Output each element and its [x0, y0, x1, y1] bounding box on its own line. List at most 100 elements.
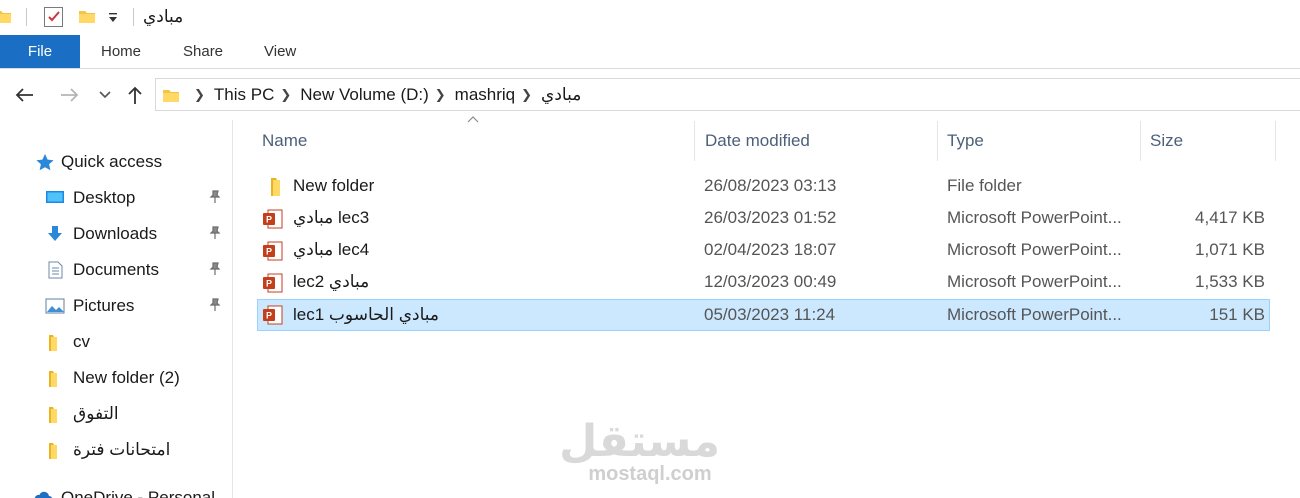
pin-icon[interactable]: [208, 190, 224, 206]
column-header-type[interactable]: Type: [947, 121, 984, 161]
tab-share[interactable]: Share: [183, 35, 223, 68]
folder-icon: [49, 371, 57, 387]
customize-toolbar-dropdown-icon[interactable]: [107, 8, 119, 26]
pictures-icon: [45, 298, 65, 314]
navigation-bar: ❯ This PC ❯ New Volume (D:) ❯ mashriq ❯ …: [0, 76, 1300, 114]
tab-file[interactable]: File: [0, 35, 80, 68]
pin-icon[interactable]: [208, 226, 224, 242]
file-row-lec2[interactable]: P مبادي lec2 12/03/2023 00:49 Microsoft …: [257, 267, 1270, 299]
sidebar-item-label: Pictures: [73, 296, 135, 315]
file-date-modified: 12/03/2023 00:49: [704, 272, 837, 291]
forward-button[interactable]: [58, 83, 82, 107]
column-header-date-modified[interactable]: Date modified: [705, 121, 810, 161]
file-size: 4,417 KB: [1195, 208, 1265, 227]
powerpoint-icon: P: [263, 273, 283, 293]
file-name: lec4 مبادي: [293, 240, 370, 259]
up-button[interactable]: [123, 83, 147, 107]
back-button[interactable]: [12, 83, 36, 107]
tab-view[interactable]: View: [264, 35, 296, 68]
file-date-modified: 26/03/2023 01:52: [704, 208, 837, 227]
title-bar: مبادي: [0, 0, 1300, 35]
breadcrumb-chevron-icon[interactable]: ❯: [435, 87, 446, 103]
breadcrumb-chevron-icon[interactable]: ❯: [194, 87, 205, 103]
sidebar-item-pictures[interactable]: Pictures: [0, 290, 232, 322]
powerpoint-icon: P: [263, 305, 283, 325]
properties-icon[interactable]: [44, 7, 63, 27]
sidebar-item-label: Quick access: [61, 152, 163, 171]
file-type: File folder: [947, 176, 1022, 195]
sidebar-item-label: Desktop: [73, 188, 136, 207]
file-name: مبادي lec2: [293, 272, 370, 291]
breadcrumb-new-volume[interactable]: New Volume (D:): [300, 85, 428, 105]
breadcrumb-chevron-icon[interactable]: ❯: [521, 87, 532, 103]
sidebar-item-label: cv: [73, 332, 90, 351]
file-size: 1,071 KB: [1195, 240, 1265, 259]
mostaql-watermark: مستقل mostaql.com: [559, 417, 720, 490]
sidebar-item-altafawoq[interactable]: التفوق: [0, 398, 232, 430]
file-row-lec4[interactable]: P lec4 مبادي 02/04/2023 18:07 Microsoft …: [257, 235, 1270, 267]
file-name: New folder: [293, 176, 375, 195]
sidebar-item-documents[interactable]: Documents: [0, 254, 232, 286]
desktop-icon: [46, 191, 64, 203]
watermark-latin: mostaql.com: [588, 463, 712, 485]
folder-icon[interactable]: [0, 8, 12, 24]
folder-icon: [163, 89, 179, 102]
sidebar-item-downloads[interactable]: Downloads: [0, 218, 232, 250]
file-row-new-folder[interactable]: New folder 26/08/2023 03:13 File folder: [257, 171, 1270, 203]
sidebar-item-label: Downloads: [73, 224, 158, 243]
file-date-modified: 05/03/2023 11:24: [704, 305, 836, 324]
pin-icon[interactable]: [208, 298, 224, 314]
column-divider[interactable]: [694, 121, 695, 161]
file-size: 1,533 KB: [1195, 272, 1265, 291]
sidebar-item-quick-access[interactable]: Quick access: [0, 146, 232, 178]
folder-icon: [49, 443, 57, 459]
document-icon: [48, 261, 63, 279]
new-folder-icon[interactable]: [78, 8, 96, 24]
sidebar-item-exams[interactable]: امتحانات فترة: [0, 434, 232, 466]
sort-ascending-chevron-up-icon: [467, 115, 479, 126]
breadcrumb-chevron-icon[interactable]: ❯: [280, 87, 291, 103]
window-title: مبادي: [143, 7, 184, 26]
cloud-icon: [34, 491, 53, 498]
file-name: مبادي الحاسوب lec1: [293, 305, 440, 324]
folder-icon: [49, 407, 57, 423]
address-bar[interactable]: ❯ This PC ❯ New Volume (D:) ❯ mashriq ❯ …: [155, 78, 1300, 111]
sidebar-item-cv[interactable]: cv: [0, 326, 232, 358]
column-header-name[interactable]: Name: [262, 121, 307, 161]
svg-text:P: P: [266, 215, 272, 225]
file-date-modified: 02/04/2023 18:07: [704, 240, 837, 259]
tab-home[interactable]: Home: [101, 35, 141, 68]
svg-text:P: P: [266, 311, 272, 321]
toolbar-separator: [26, 8, 27, 26]
column-header-size[interactable]: Size: [1150, 121, 1183, 161]
recent-locations-chevron-down-icon[interactable]: [93, 83, 117, 107]
folder-icon: [271, 178, 280, 196]
file-name: lec3 مبادي: [293, 208, 370, 227]
sidebar-item-new-folder-2[interactable]: New folder (2): [0, 362, 232, 394]
column-divider[interactable]: [937, 121, 938, 161]
breadcrumb-this-pc[interactable]: This PC: [214, 85, 274, 105]
sidebar-item-label: امتحانات فترة: [73, 440, 171, 459]
file-size: 151 KB: [1209, 305, 1265, 324]
svg-text:P: P: [266, 247, 272, 257]
download-arrow-icon: [48, 226, 62, 241]
sidebar-item-label: التفوق: [73, 404, 119, 423]
watermark-arabic: مستقل: [559, 417, 720, 466]
column-divider[interactable]: [1140, 121, 1141, 161]
navigation-pane: Quick access Desktop Downloads Documents…: [0, 120, 233, 498]
breadcrumb-mashriq[interactable]: mashriq: [455, 85, 515, 105]
sidebar-item-desktop[interactable]: Desktop: [0, 182, 232, 214]
toolbar-separator: [133, 8, 134, 26]
powerpoint-icon: P: [263, 209, 283, 229]
svg-text:P: P: [266, 279, 272, 289]
file-row-lec1-selected[interactable]: P مبادي الحاسوب lec1 05/03/2023 11:24 Mi…: [257, 299, 1270, 331]
folder-icon: [49, 335, 57, 351]
breadcrumb-current-folder[interactable]: مبادي: [541, 85, 581, 105]
sidebar-item-label: Documents: [73, 260, 159, 279]
file-size: [1095, 171, 1265, 201]
file-row-lec3[interactable]: P lec3 مبادي 26/03/2023 01:52 Microsoft …: [257, 203, 1270, 235]
column-divider[interactable]: [1275, 121, 1276, 161]
sidebar-item-onedrive[interactable]: OneDrive - Personal: [0, 482, 232, 498]
pin-icon[interactable]: [208, 262, 224, 278]
file-date-modified: 26/08/2023 03:13: [704, 176, 837, 195]
